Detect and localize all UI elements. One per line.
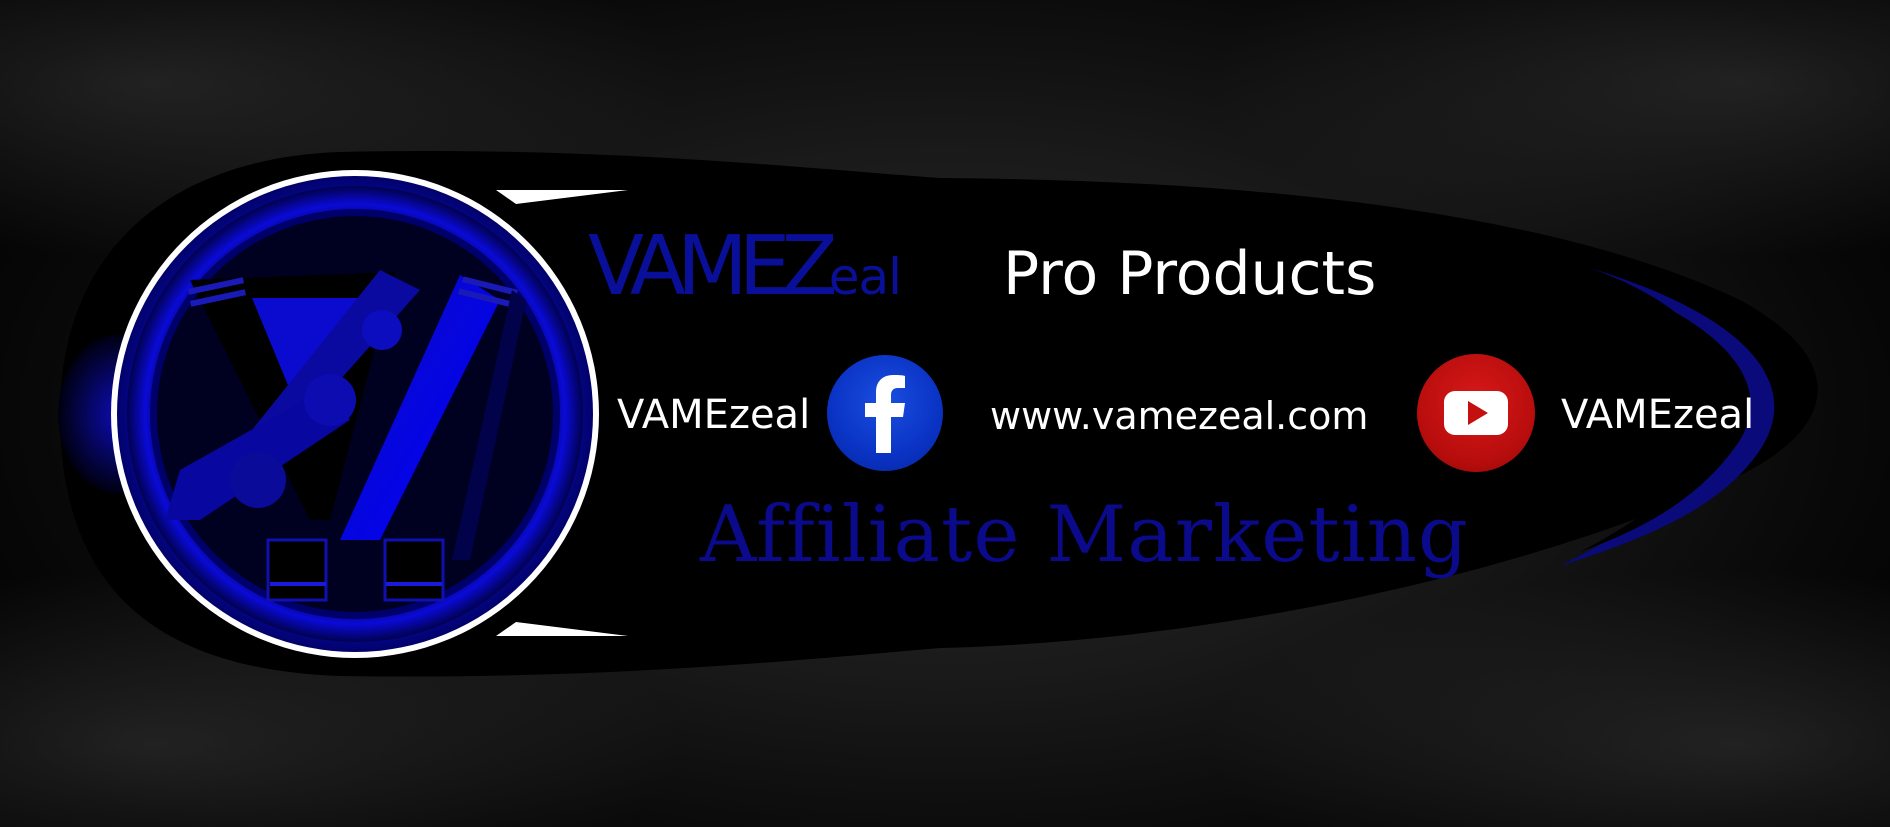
headline: Pro Products — [1003, 239, 1377, 309]
facebook-handle: VAMEzeal — [617, 392, 811, 438]
youtube-play-glyph — [1444, 391, 1508, 435]
wordmark-main: VAMEZ — [588, 219, 838, 314]
tagline: Affiliate Marketing — [700, 490, 1469, 580]
facebook-icon[interactable] — [827, 355, 943, 471]
vamezeal-emblem — [111, 170, 599, 658]
banner: VAMEZeal Pro Products VAMEzeal www.vamez… — [0, 0, 1890, 827]
website-link[interactable]: www.vamezeal.com — [990, 397, 1368, 435]
youtube-icon[interactable] — [1417, 354, 1535, 472]
facebook-f-glyph — [865, 375, 905, 453]
youtube-handle: VAMEzeal — [1561, 392, 1755, 438]
wordmark: VAMEZeal — [588, 226, 902, 308]
wordmark-tail: eal — [828, 248, 902, 306]
